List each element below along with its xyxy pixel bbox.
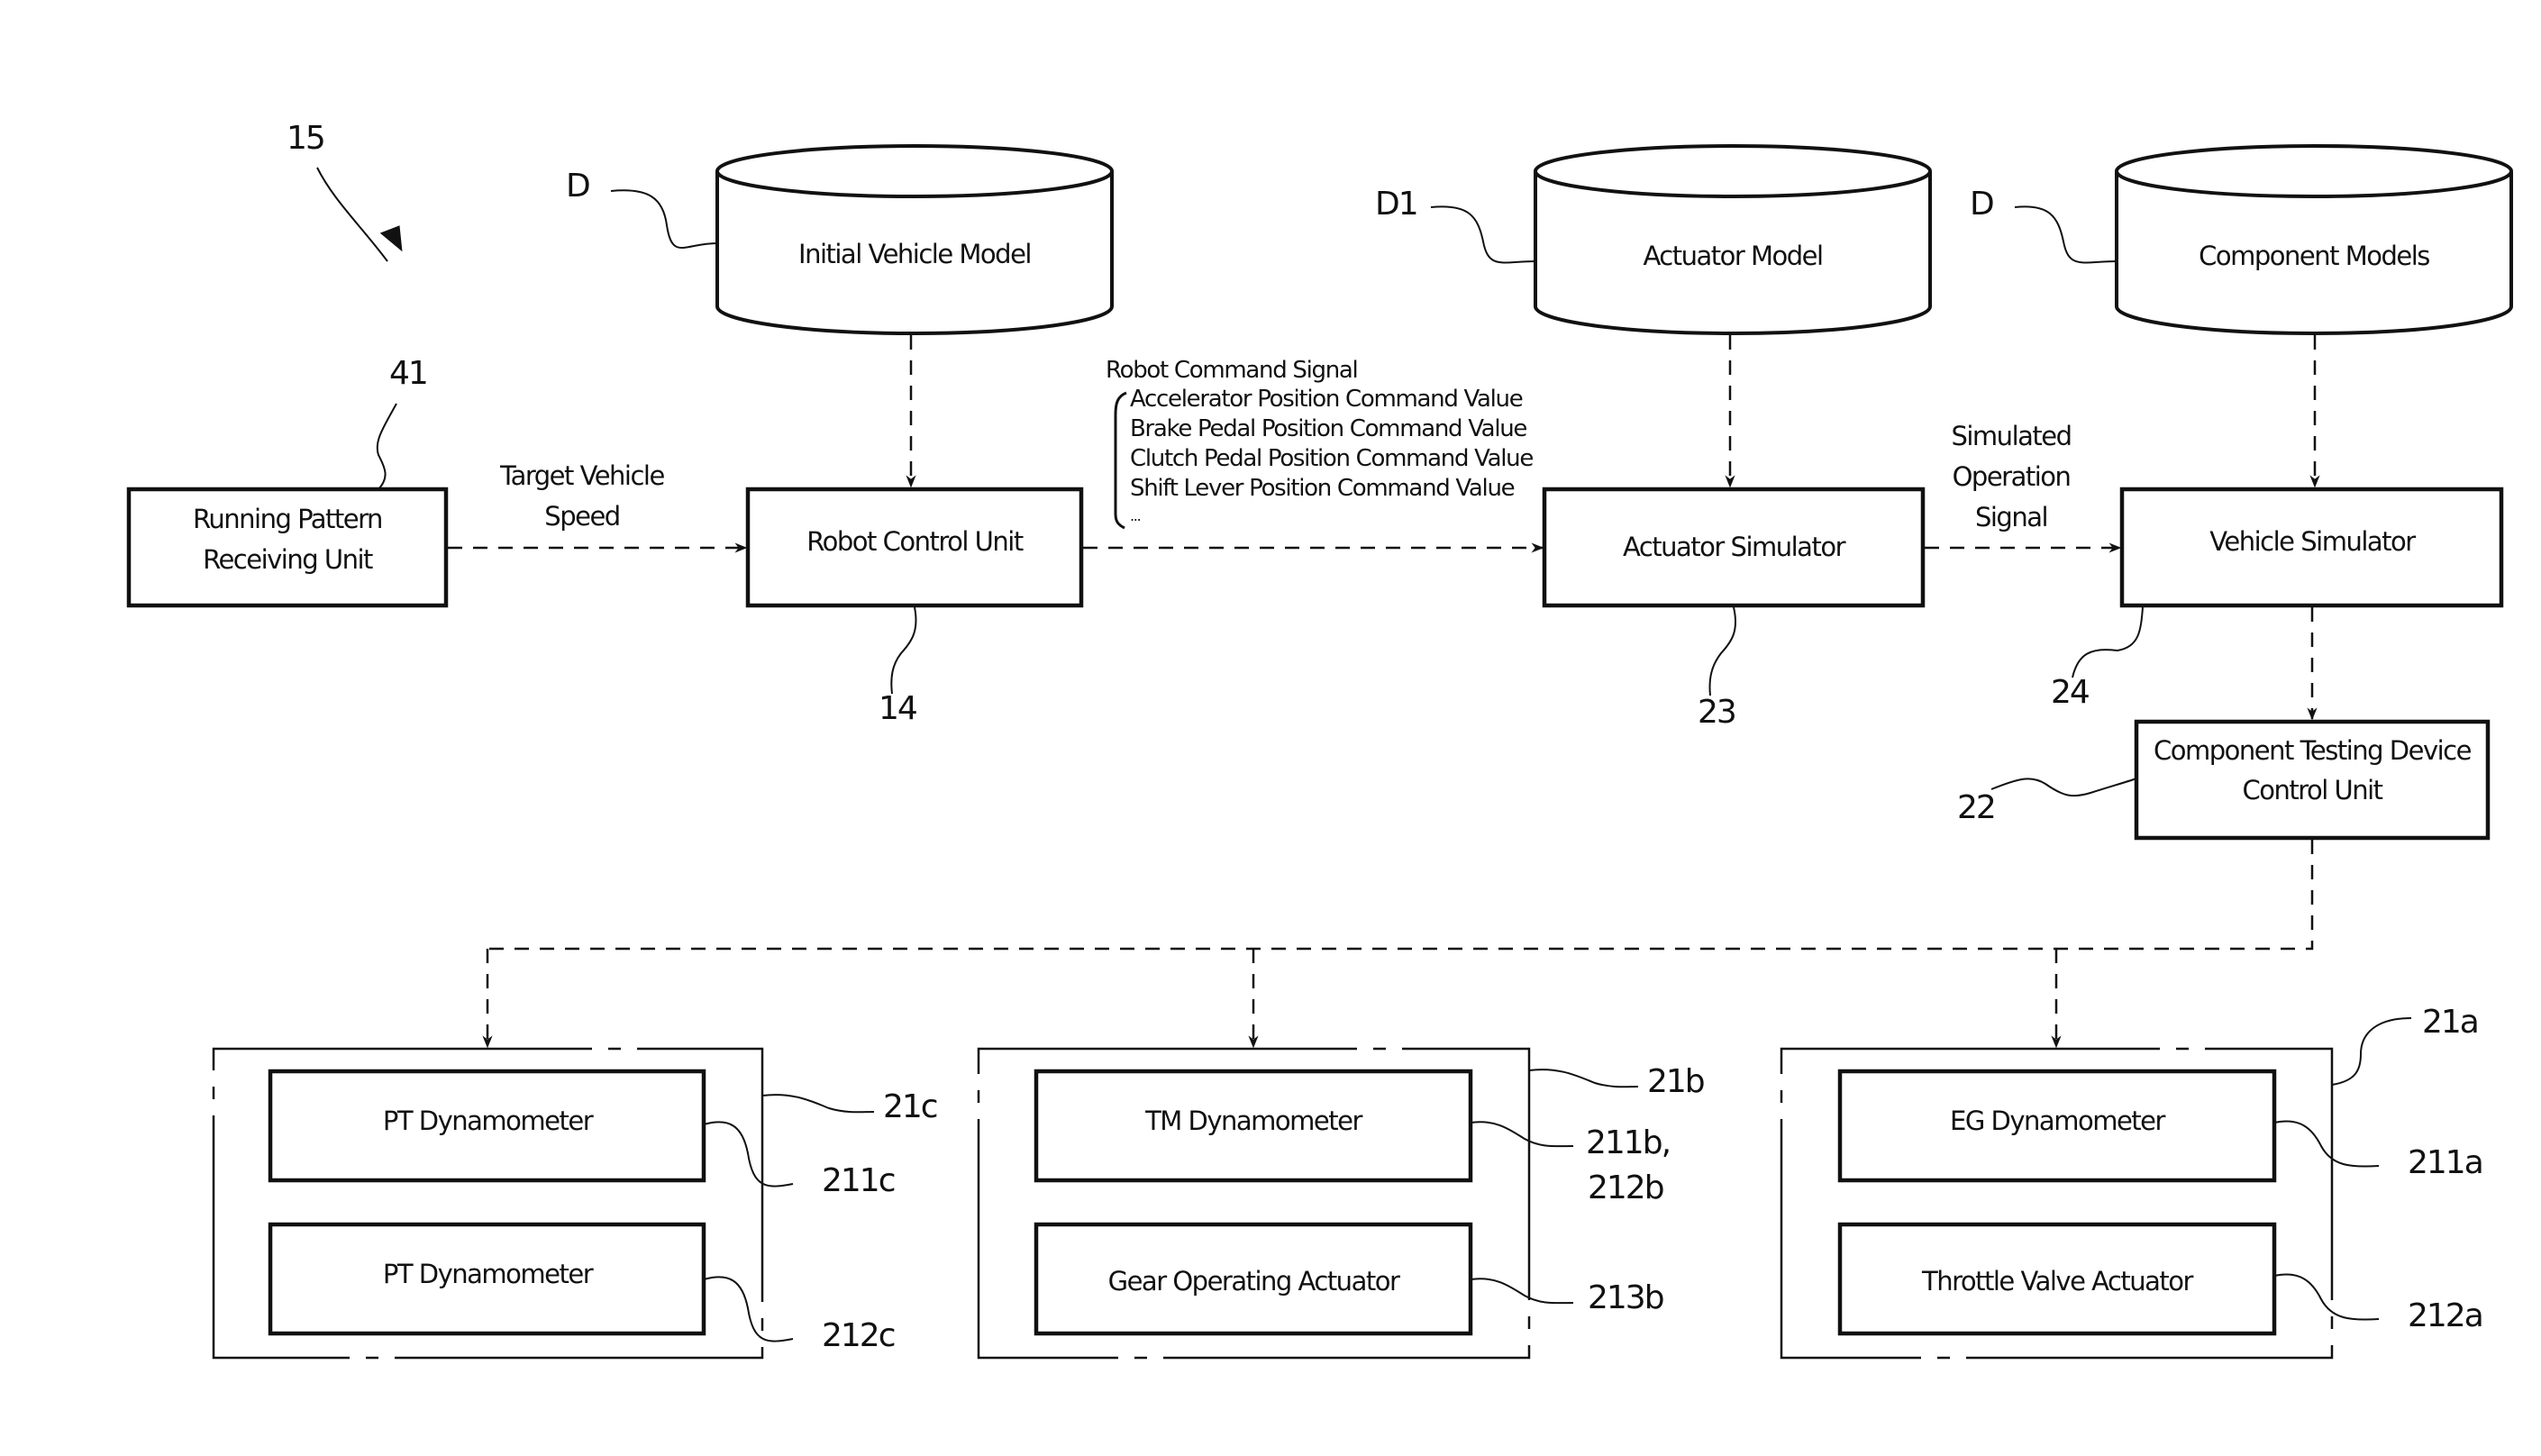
ref-22: 22 (1957, 789, 1995, 826)
svg-text:Robot Control Unit: Robot Control Unit (806, 526, 1024, 557)
leader-24 (2072, 606, 2144, 678)
leader-212a (2273, 1273, 2380, 1321)
figure-ref-arrow-icon (316, 167, 388, 262)
leader-21c (761, 1094, 875, 1114)
ref-213b: 213b (1588, 1279, 1663, 1316)
leader-21a (2331, 1017, 2412, 1086)
svg-text:PT Dynamometer: PT Dynamometer (383, 1259, 594, 1289)
leader-14 (890, 606, 917, 695)
svg-text:TM Dynamometer: TM Dynamometer (1144, 1106, 1362, 1136)
leader-211b (1470, 1121, 1574, 1148)
svg-text:Component Testing Device: Component Testing Device (2154, 735, 2472, 766)
svg-text:Robot Command Signal: Robot Command Signal (1106, 357, 1357, 384)
svg-text:EG Dynamometer: EG Dynamometer (1950, 1106, 2165, 1136)
svg-text:Signal: Signal (1975, 502, 2047, 532)
ref-21c: 21c (883, 1088, 937, 1125)
leader-212c (703, 1276, 794, 1342)
leader-23 (1708, 606, 1737, 696)
svg-text:Simulated: Simulated (1951, 421, 2071, 451)
figure-ref-arrowhead-icon (379, 225, 403, 252)
ref-24: 24 (2051, 674, 2089, 711)
ref-21a: 21a (2422, 1004, 2478, 1041)
svg-text:Brake Pedal Position Command V: Brake Pedal Position Command Value (1130, 415, 1526, 442)
ref-21b: 21b (1647, 1063, 1704, 1100)
leader-21b (1528, 1069, 1639, 1088)
ref-211b: 211b, (1586, 1124, 1670, 1161)
signal-label-target-speed: Target Vehicle Speed (499, 460, 666, 532)
component-211a: EG Dynamometer (1837, 1069, 2277, 1183)
svg-text:Receiving Unit: Receiving Unit (203, 544, 373, 575)
svg-text:Vehicle Simulator: Vehicle Simulator (2209, 526, 2416, 557)
leader-22 (1990, 778, 2137, 797)
leader-d1 (1430, 205, 1536, 264)
distribution-bus (487, 840, 2314, 951)
ref-d-component: D (1970, 186, 1993, 223)
ref-212c: 212c (822, 1317, 895, 1354)
ref-23: 23 (1698, 694, 1735, 731)
svg-text:Throttle Valve Actuator: Throttle Valve Actuator (1921, 1266, 2194, 1297)
ref-211c: 211c (822, 1162, 895, 1199)
ref-d-initial: D (566, 168, 589, 205)
ref-212a: 212a (2408, 1297, 2482, 1334)
component-testing-device-control-unit: Component Testing Device Control Unit (2134, 719, 2491, 841)
svg-text:Accelerator Position Command V: Accelerator Position Command Value (1130, 386, 1523, 413)
database-label: Initial Vehicle Model (798, 239, 1031, 269)
svg-text:PT Dynamometer: PT Dynamometer (383, 1106, 594, 1136)
svg-text:Speed: Speed (544, 501, 619, 532)
leader-41 (376, 403, 397, 490)
svg-text:Operation: Operation (1953, 461, 2071, 492)
svg-text:Running Pattern: Running Pattern (193, 504, 382, 534)
svg-text:Control Unit: Control Unit (2242, 775, 2382, 805)
svg-text:Shift Lever Position Command V: Shift Lever Position Command Value (1130, 475, 1515, 502)
leader-211c (703, 1121, 794, 1188)
leader-211a (2273, 1120, 2380, 1168)
svg-text:Target Vehicle: Target Vehicle (499, 460, 664, 491)
ref-41: 41 (389, 355, 427, 392)
system-block-diagram: 15 Initial Vehicle Model D Actuator Mode… (126, 120, 2513, 1360)
component-211b-212b: TM Dynamometer (1034, 1069, 1473, 1183)
svg-text:Gear Operating Actuator: Gear Operating Actuator (1108, 1266, 1400, 1297)
test-group-21a: EG Dynamometer Throttle Valve Actuator (1780, 1047, 2334, 1360)
ref-212b: 212b (1588, 1169, 1663, 1206)
leader-d-component (2014, 205, 2118, 264)
database-initial-vehicle-model: Initial Vehicle Model (715, 144, 1114, 335)
figure-ref-15: 15 (287, 120, 324, 157)
running-pattern-receiving-unit: Running Pattern Receiving Unit (126, 487, 449, 608)
ref-211a: 211a (2408, 1144, 2482, 1181)
component-211c: PT Dynamometer (268, 1069, 706, 1183)
test-group-21b: TM Dynamometer Gear Operating Actuator (977, 1047, 1531, 1360)
robot-control-unit: Robot Control Unit (745, 487, 1084, 608)
signal-label-simulated-operation: Simulated Operation Signal (1951, 421, 2072, 532)
database-component-models: Component Models (2115, 144, 2513, 335)
svg-text:...: ... (1130, 507, 1141, 524)
ref-14: 14 (879, 690, 916, 727)
database-label: Component Models (2199, 241, 2429, 271)
test-group-21c: PT Dynamometer PT Dynamometer (212, 1047, 764, 1360)
svg-text:Actuator Simulator: Actuator Simulator (1623, 532, 1846, 562)
svg-text:Clutch Pedal Position Command: Clutch Pedal Position Command Value (1130, 445, 1533, 472)
component-212c: PT Dynamometer (268, 1222, 706, 1336)
vehicle-simulator: Vehicle Simulator (2119, 487, 2504, 608)
component-212a: Throttle Valve Actuator (1837, 1222, 2277, 1336)
signal-label-robot-command: Robot Command Signal Accelerator Positio… (1106, 357, 1535, 530)
actuator-simulator: Actuator Simulator (1542, 487, 1926, 608)
brace-icon (1114, 391, 1127, 530)
leader-213b (1470, 1278, 1574, 1305)
database-label: Actuator Model (1643, 241, 1822, 271)
database-actuator-model: Actuator Model (1534, 144, 1932, 335)
ref-d1: D1 (1375, 186, 1417, 223)
leader-d-initial (610, 189, 718, 249)
component-213b: Gear Operating Actuator (1034, 1222, 1473, 1336)
